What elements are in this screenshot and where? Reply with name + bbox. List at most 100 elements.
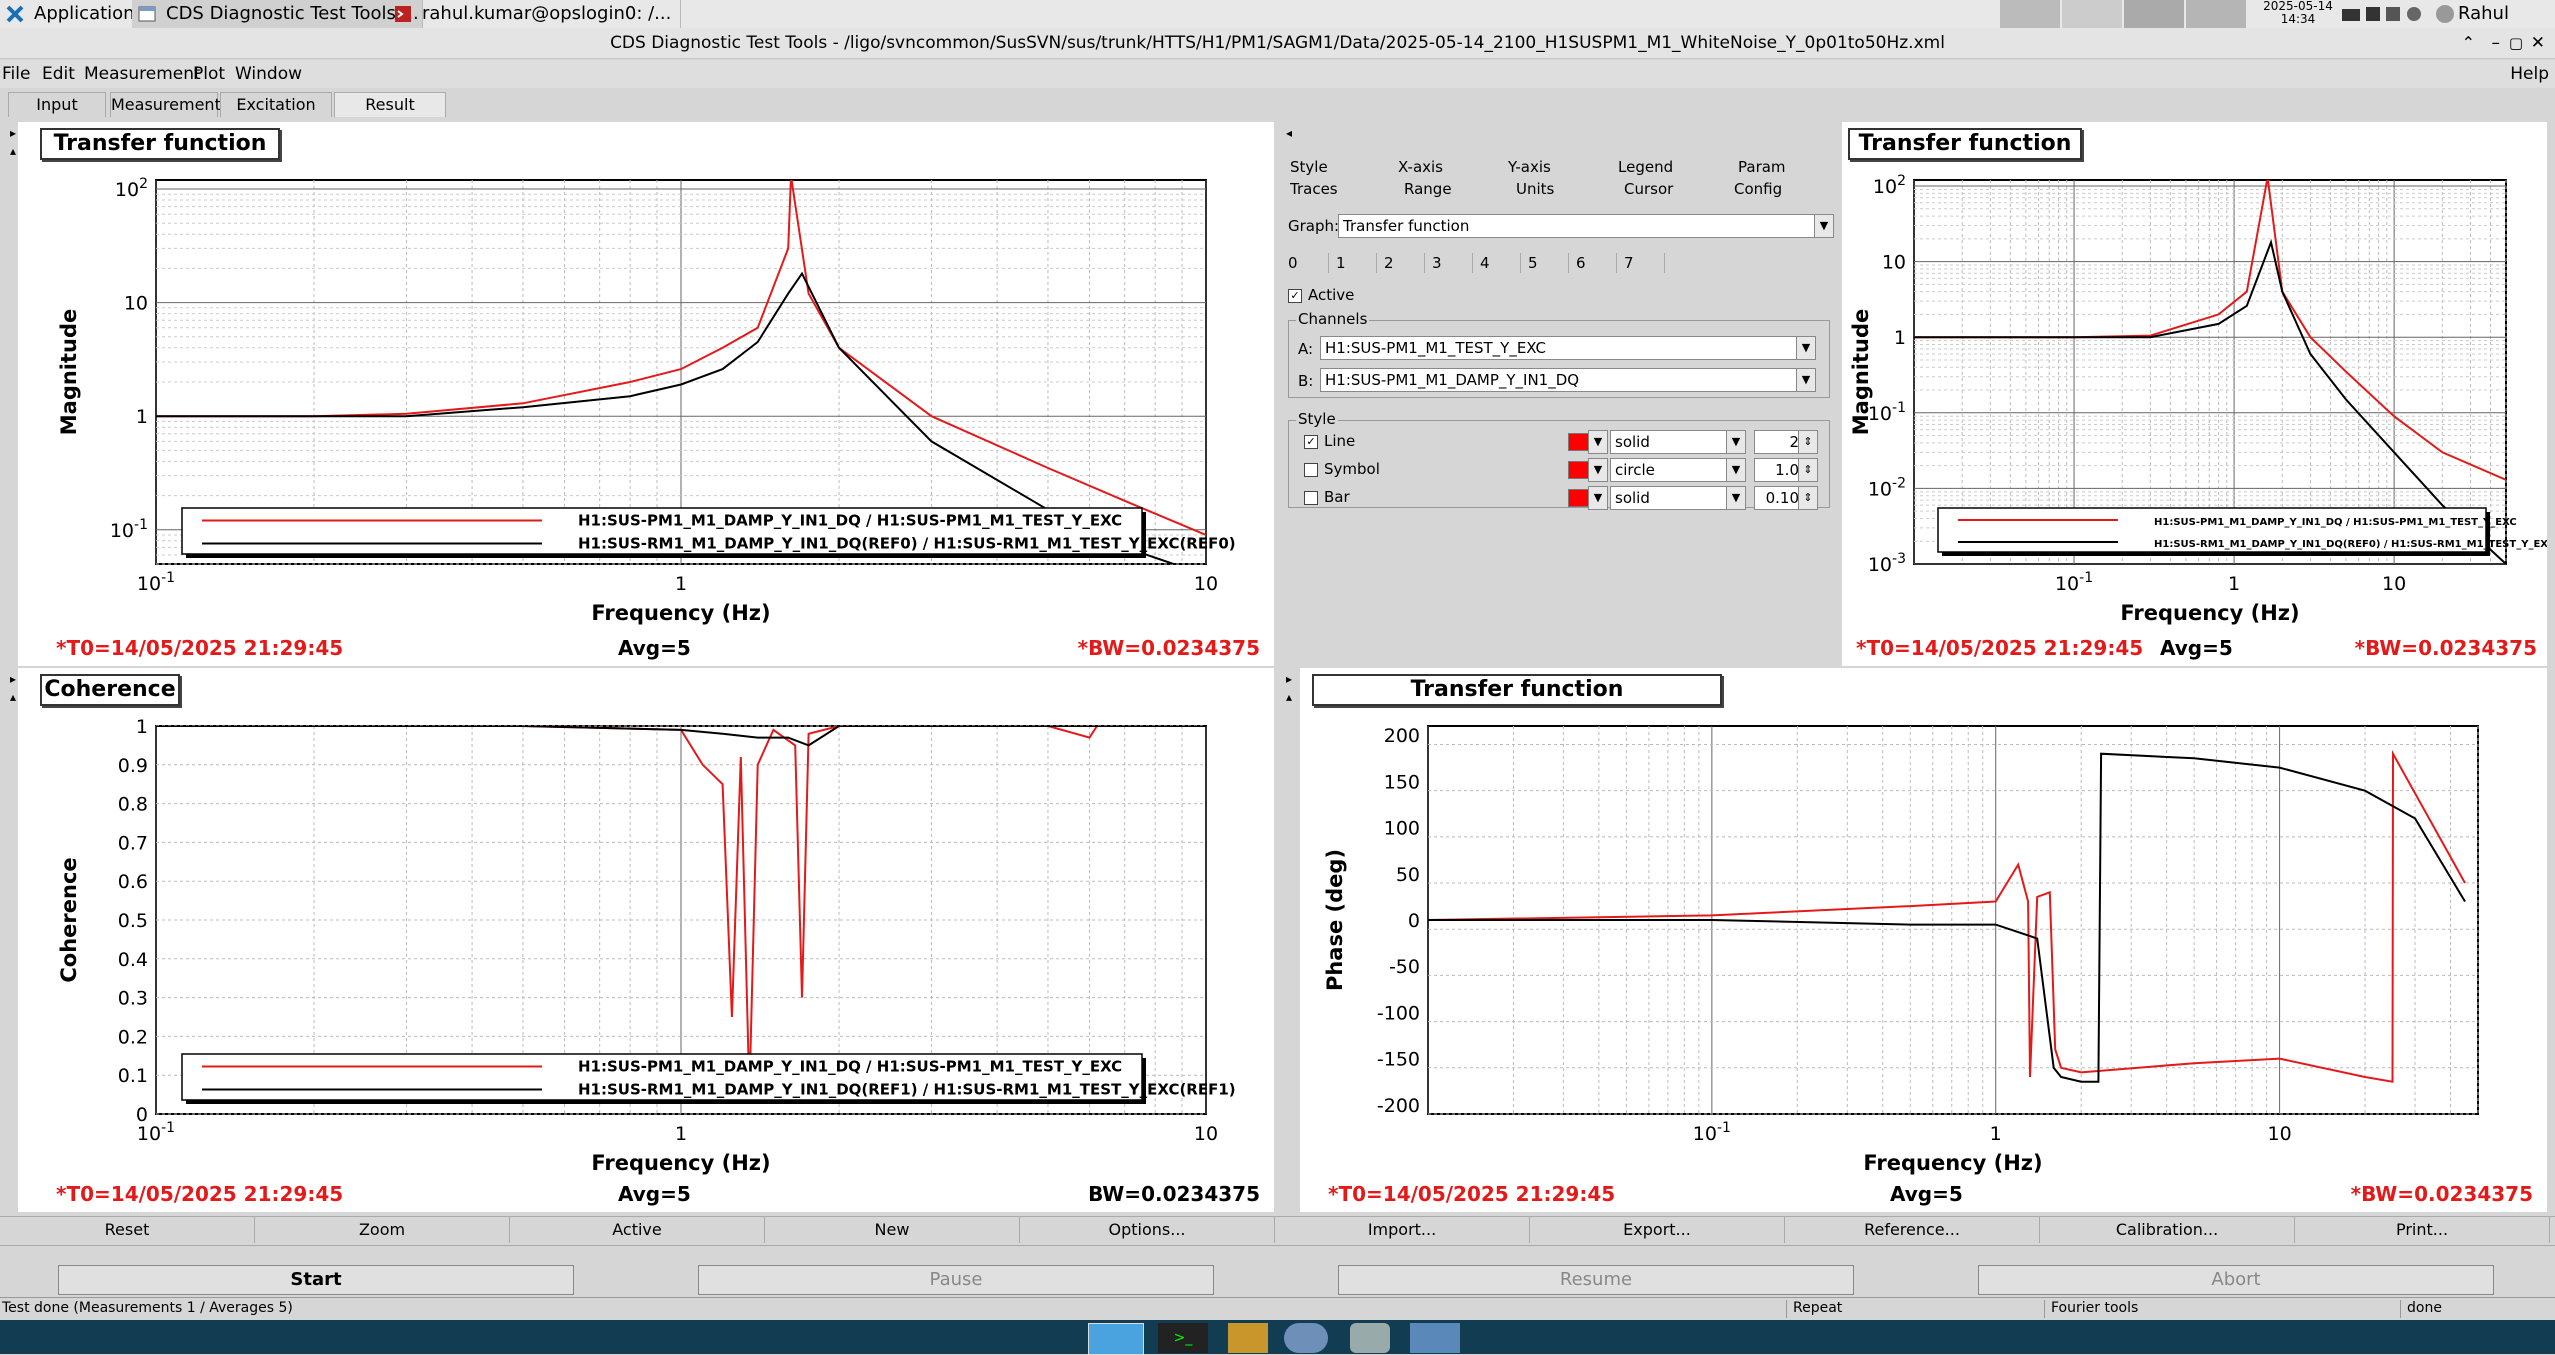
- search-dock-icon[interactable]: [1350, 1323, 1390, 1353]
- channel-a-select[interactable]: H1:SUS-PM1_M1_TEST_Y_EXC ▼: [1320, 336, 1816, 360]
- menu-measurement[interactable]: Measurement: [84, 64, 201, 84]
- symbol-checkbox[interactable]: Symbol: [1304, 460, 1380, 478]
- user-icon: [2436, 5, 2454, 23]
- workspace-1[interactable]: [2000, 0, 2060, 28]
- bar-color-swatch[interactable]: [1568, 489, 1590, 507]
- browser-dock-icon[interactable]: [1284, 1323, 1328, 1353]
- line-width-spin[interactable]: 2 ⇕: [1754, 430, 1818, 454]
- panel-up-icon[interactable]: ▴: [10, 144, 16, 158]
- tab-cursor[interactable]: Cursor: [1624, 180, 1673, 198]
- export-button[interactable]: Export...: [1530, 1217, 1785, 1243]
- trace-tab-6[interactable]: 6: [1572, 253, 1617, 273]
- tab-excitation[interactable]: Excitation: [220, 92, 332, 117]
- calibration-button[interactable]: Calibration...: [2040, 1217, 2295, 1243]
- folder-dock-icon[interactable]: [1410, 1323, 1460, 1353]
- reset-button[interactable]: Reset: [0, 1217, 255, 1243]
- pause-button[interactable]: Pause: [698, 1265, 1214, 1295]
- x-tick-label: 10-1: [2055, 570, 2093, 595]
- print-button[interactable]: Print...: [2295, 1217, 2550, 1243]
- line-color-swatch[interactable]: [1568, 433, 1590, 451]
- options-button[interactable]: Options...: [1020, 1217, 1275, 1243]
- trace-tab-3[interactable]: 3: [1428, 253, 1473, 273]
- legend-label-1: H1:SUS-RM1_M1_DAMP_Y_IN1_DQ(REF1) / H1:S…: [578, 1081, 1236, 1099]
- symbol-size-spin[interactable]: 1.0 ⇕: [1754, 458, 1818, 482]
- coherence-chart[interactable]: 10-1 1 1010.90.80.70.60.50.40.30.20.10Freq…: [18, 668, 1274, 1188]
- reference-button[interactable]: Reference...: [1785, 1217, 2040, 1243]
- chevron-down-icon: ▼: [1796, 369, 1815, 391]
- symbol-color-dropdown[interactable]: ▼: [1588, 458, 1608, 482]
- tab-legend[interactable]: Legend: [1618, 158, 1673, 176]
- user-menu[interactable]: Rahul Kumar: [2436, 0, 2555, 52]
- tab-x-axis[interactable]: X-axis: [1398, 158, 1443, 176]
- clock[interactable]: 2025-05-14 14:34: [2258, 0, 2338, 28]
- panel-expand-icon[interactable]: ▸: [1286, 672, 1292, 686]
- transfer-function-magnitude-chart-wide[interactable]: 10-1 1 10 102 10 1 10-1 10-2 10-3 Frequency (Hz) M…: [1842, 122, 2547, 642]
- resume-button[interactable]: Resume: [1338, 1265, 1854, 1295]
- panel-up-icon[interactable]: ▴: [1286, 690, 1292, 704]
- panel-bottom-right: Transfer function 10-1 1 10 200 150 100 50 0 -50…: [1300, 668, 2547, 1212]
- line-color-dropdown[interactable]: ▼: [1588, 430, 1608, 454]
- taskbar-window-dtt[interactable]: CDS Diagnostic Test Tools ...: [132, 0, 423, 28]
- symbol-color-swatch[interactable]: [1568, 461, 1590, 479]
- line-checkbox[interactable]: ✓ Line: [1304, 432, 1355, 450]
- menu-help[interactable]: Help: [2510, 64, 2549, 84]
- active-checkbox[interactable]: ✓ Active: [1288, 286, 1354, 304]
- panel-expand-icon[interactable]: ▸: [10, 672, 16, 686]
- tab-traces[interactable]: Traces: [1290, 180, 1338, 198]
- tab-config[interactable]: Config: [1734, 180, 1782, 198]
- transfer-function-phase-chart[interactable]: 10-1 1 10 200 150 100 50 0 -50 -100 -150 -200 Freque…: [1300, 668, 2547, 1188]
- import-button[interactable]: Import...: [1275, 1217, 1530, 1243]
- y-tick-label: 0.8: [118, 794, 148, 816]
- line-style-select[interactable]: solid ▼: [1610, 430, 1746, 454]
- tab-measurement[interactable]: Measurement: [110, 92, 221, 117]
- tab-input[interactable]: Input: [8, 92, 106, 117]
- tab-units[interactable]: Units: [1516, 180, 1554, 198]
- tab-y-axis[interactable]: Y-axis: [1508, 158, 1551, 176]
- graph-select[interactable]: Transfer function ▼: [1338, 214, 1834, 238]
- workspace-4[interactable]: [2186, 0, 2246, 28]
- menu-edit[interactable]: Edit: [42, 64, 75, 84]
- workspace-3[interactable]: [2124, 0, 2184, 28]
- tab-param[interactable]: Param: [1738, 158, 1786, 176]
- menu-window[interactable]: Window: [235, 64, 302, 84]
- symbol-style-select[interactable]: circle ▼: [1610, 458, 1746, 482]
- active-button[interactable]: Active: [510, 1217, 765, 1243]
- trace-tab-5[interactable]: 5: [1524, 253, 1569, 273]
- abort-button[interactable]: Abort: [1978, 1265, 2494, 1295]
- trace-tab-4[interactable]: 4: [1476, 253, 1521, 273]
- tab-range[interactable]: Range: [1404, 180, 1452, 198]
- new-button[interactable]: New: [765, 1217, 1020, 1243]
- y-axis-label: Phase (deg): [1323, 849, 1347, 991]
- trace-tab-7[interactable]: 7: [1620, 253, 1665, 273]
- bar-checkbox[interactable]: Bar: [1304, 488, 1350, 506]
- files-dock-icon[interactable]: [1228, 1323, 1268, 1353]
- collapse-icon[interactable]: ⌃: [2462, 28, 2475, 58]
- tray-icons[interactable]: [2342, 5, 2432, 23]
- options-collapse-icon[interactable]: ◂: [1286, 126, 1292, 140]
- minimize-icon[interactable]: –: [2492, 28, 2501, 58]
- bar-color-dropdown[interactable]: ▼: [1588, 486, 1608, 510]
- trace-tab-2[interactable]: 2: [1380, 253, 1425, 273]
- trace-tab-1[interactable]: 1: [1332, 253, 1377, 273]
- start-button[interactable]: Start: [58, 1265, 574, 1295]
- tab-result[interactable]: Result: [334, 92, 446, 117]
- menu-file[interactable]: File: [2, 64, 30, 84]
- channel-b-select[interactable]: H1:SUS-PM1_M1_DAMP_Y_IN1_DQ ▼: [1320, 368, 1816, 392]
- workspace-2[interactable]: [2062, 0, 2122, 28]
- taskbar-window-terminal[interactable]: rahul.kumar@opslogin0: /...: [388, 0, 681, 28]
- zoom-button[interactable]: Zoom: [255, 1217, 510, 1243]
- tab-style[interactable]: Style: [1290, 158, 1328, 176]
- bar-width-spin[interactable]: 0.10 ⇕: [1754, 486, 1818, 510]
- panel-bottom-left: Coherence 10-1 1 10 1 0.9 0.8 0.7 0.6 0.5 0.4 0.3 0…: [18, 668, 1274, 1212]
- terminal-dock-icon[interactable]: >_: [1158, 1323, 1208, 1353]
- x-tick-label: 1: [2228, 573, 2240, 595]
- panel-expand-icon[interactable]: ▸: [10, 126, 16, 140]
- menu-plot[interactable]: Plot: [193, 64, 225, 84]
- transfer-function-magnitude-chart[interactable]: 10-1 1 10 102 10 1 10-1 Frequency (Hz) Magnitude…: [18, 122, 1274, 642]
- maximize-icon[interactable]: ▢: [2509, 28, 2523, 58]
- trace-tab-0[interactable]: 0: [1284, 253, 1329, 273]
- desktop-icon[interactable]: [1088, 1323, 1144, 1355]
- close-icon[interactable]: ✕: [2531, 28, 2545, 58]
- panel-up-icon[interactable]: ▴: [10, 690, 16, 704]
- bar-style-select[interactable]: solid ▼: [1610, 486, 1746, 510]
